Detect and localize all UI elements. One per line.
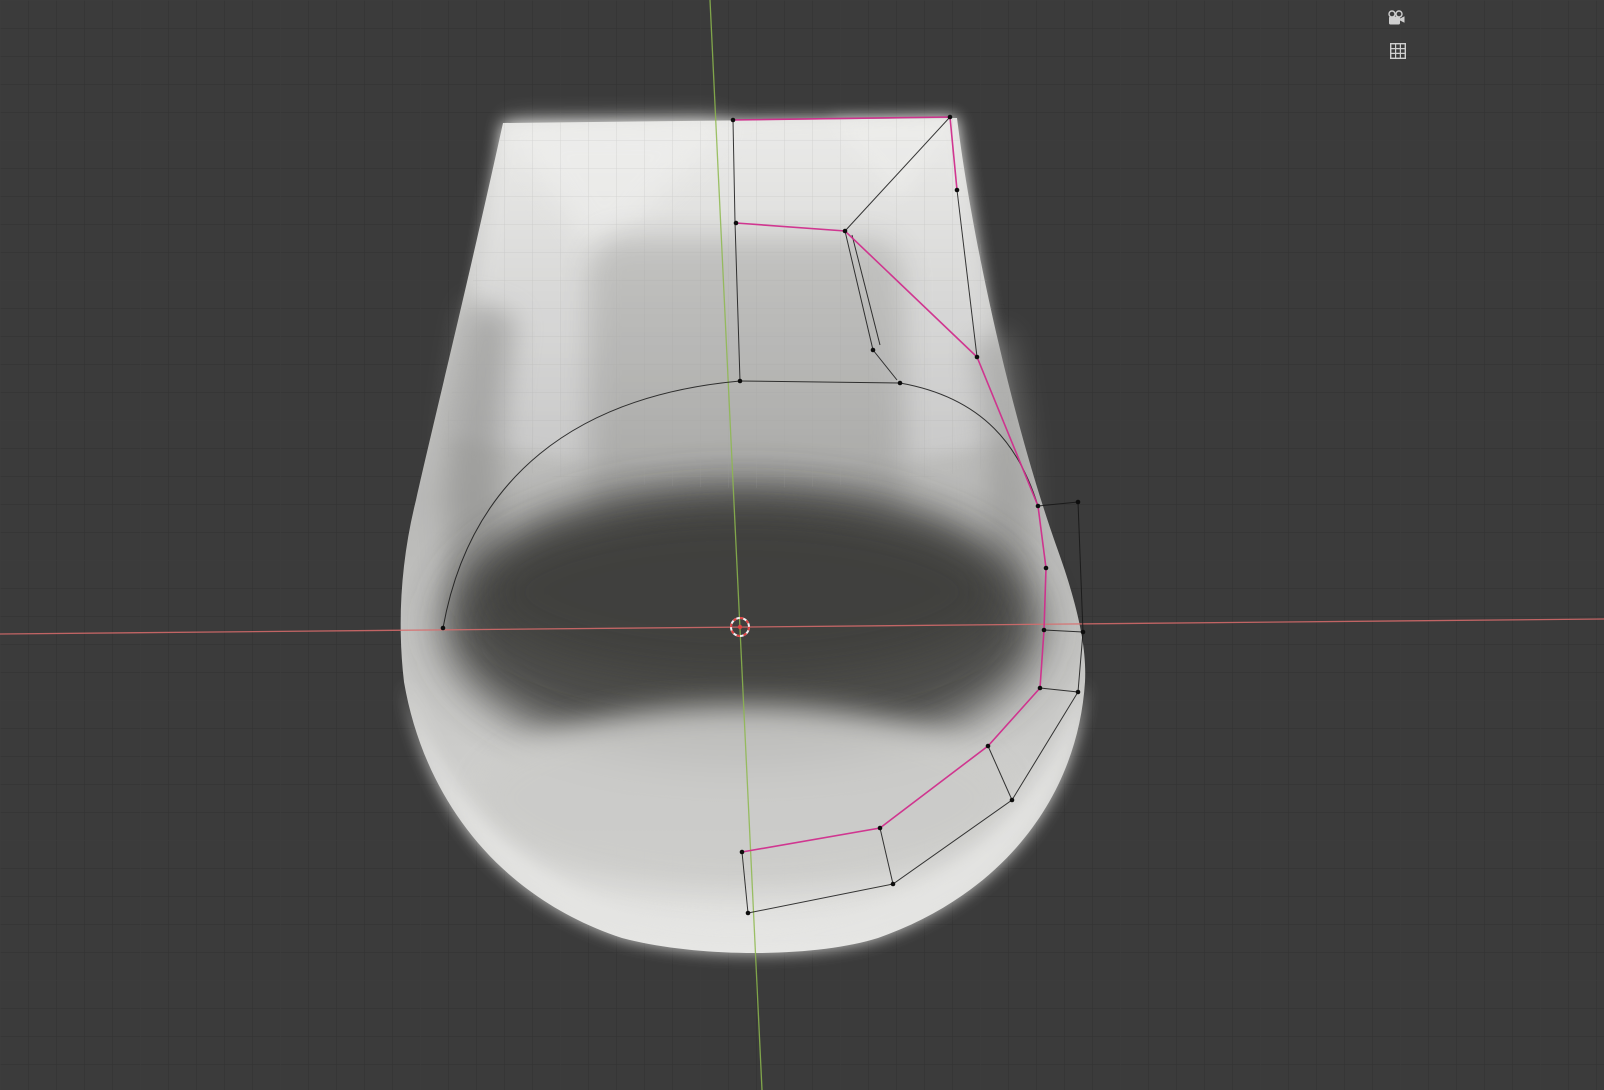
blender-3d-viewport[interactable] xyxy=(0,0,1604,1090)
ring-hole-shadow-core xyxy=(480,504,1004,680)
3d-cursor-center-dot xyxy=(738,625,742,629)
ring-inner-bottom-surface xyxy=(478,706,1010,890)
